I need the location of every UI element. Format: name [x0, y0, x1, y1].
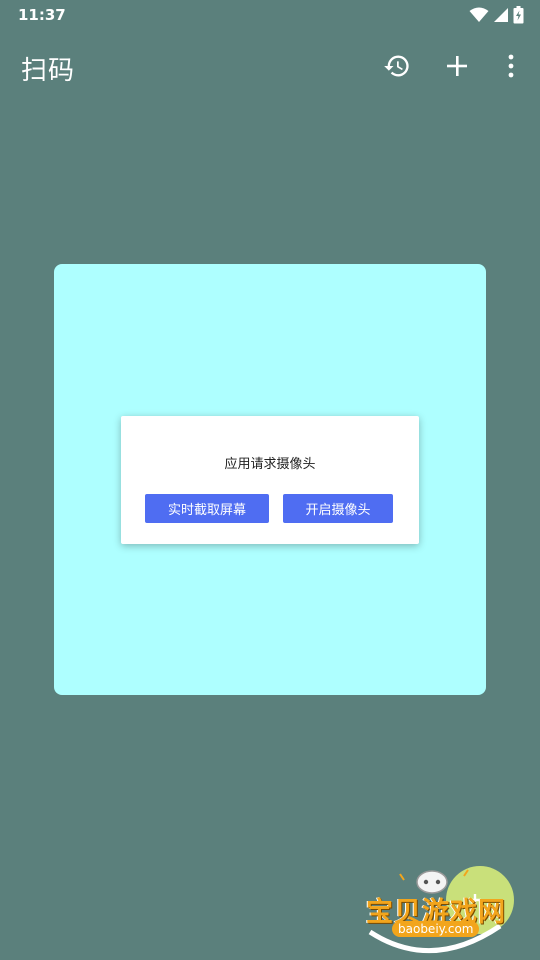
- open-camera-button[interactable]: 开启摄像头: [283, 494, 393, 523]
- watermark-url: baobeiy.com: [392, 921, 480, 937]
- add-button[interactable]: [439, 48, 475, 84]
- capture-screen-button[interactable]: 实时截取屏幕: [145, 494, 269, 523]
- scan-preview-panel: 应用请求摄像头 实时截取屏幕 开启摄像头: [54, 264, 486, 695]
- add-icon: [446, 55, 468, 77]
- status-icons: [469, 5, 524, 25]
- history-icon: [383, 52, 411, 80]
- camera-permission-dialog: 应用请求摄像头 实时截取屏幕 开启摄像头: [121, 416, 419, 544]
- app-bar: 扫码: [0, 36, 540, 96]
- page-title: 扫码: [21, 56, 76, 86]
- wifi-icon: [469, 7, 489, 23]
- more-options-button[interactable]: [493, 48, 529, 84]
- battery-charging-icon: [513, 6, 524, 24]
- more-vert-icon: [507, 54, 515, 78]
- watermark-logo: 宝贝游戏网 baobeiy.com: [362, 860, 532, 956]
- status-bar: 11:37: [0, 0, 540, 32]
- status-time: 11:37: [18, 6, 66, 24]
- history-button[interactable]: [379, 48, 415, 84]
- dialog-message: 应用请求摄像头: [224, 457, 316, 472]
- signal-icon: [493, 7, 509, 23]
